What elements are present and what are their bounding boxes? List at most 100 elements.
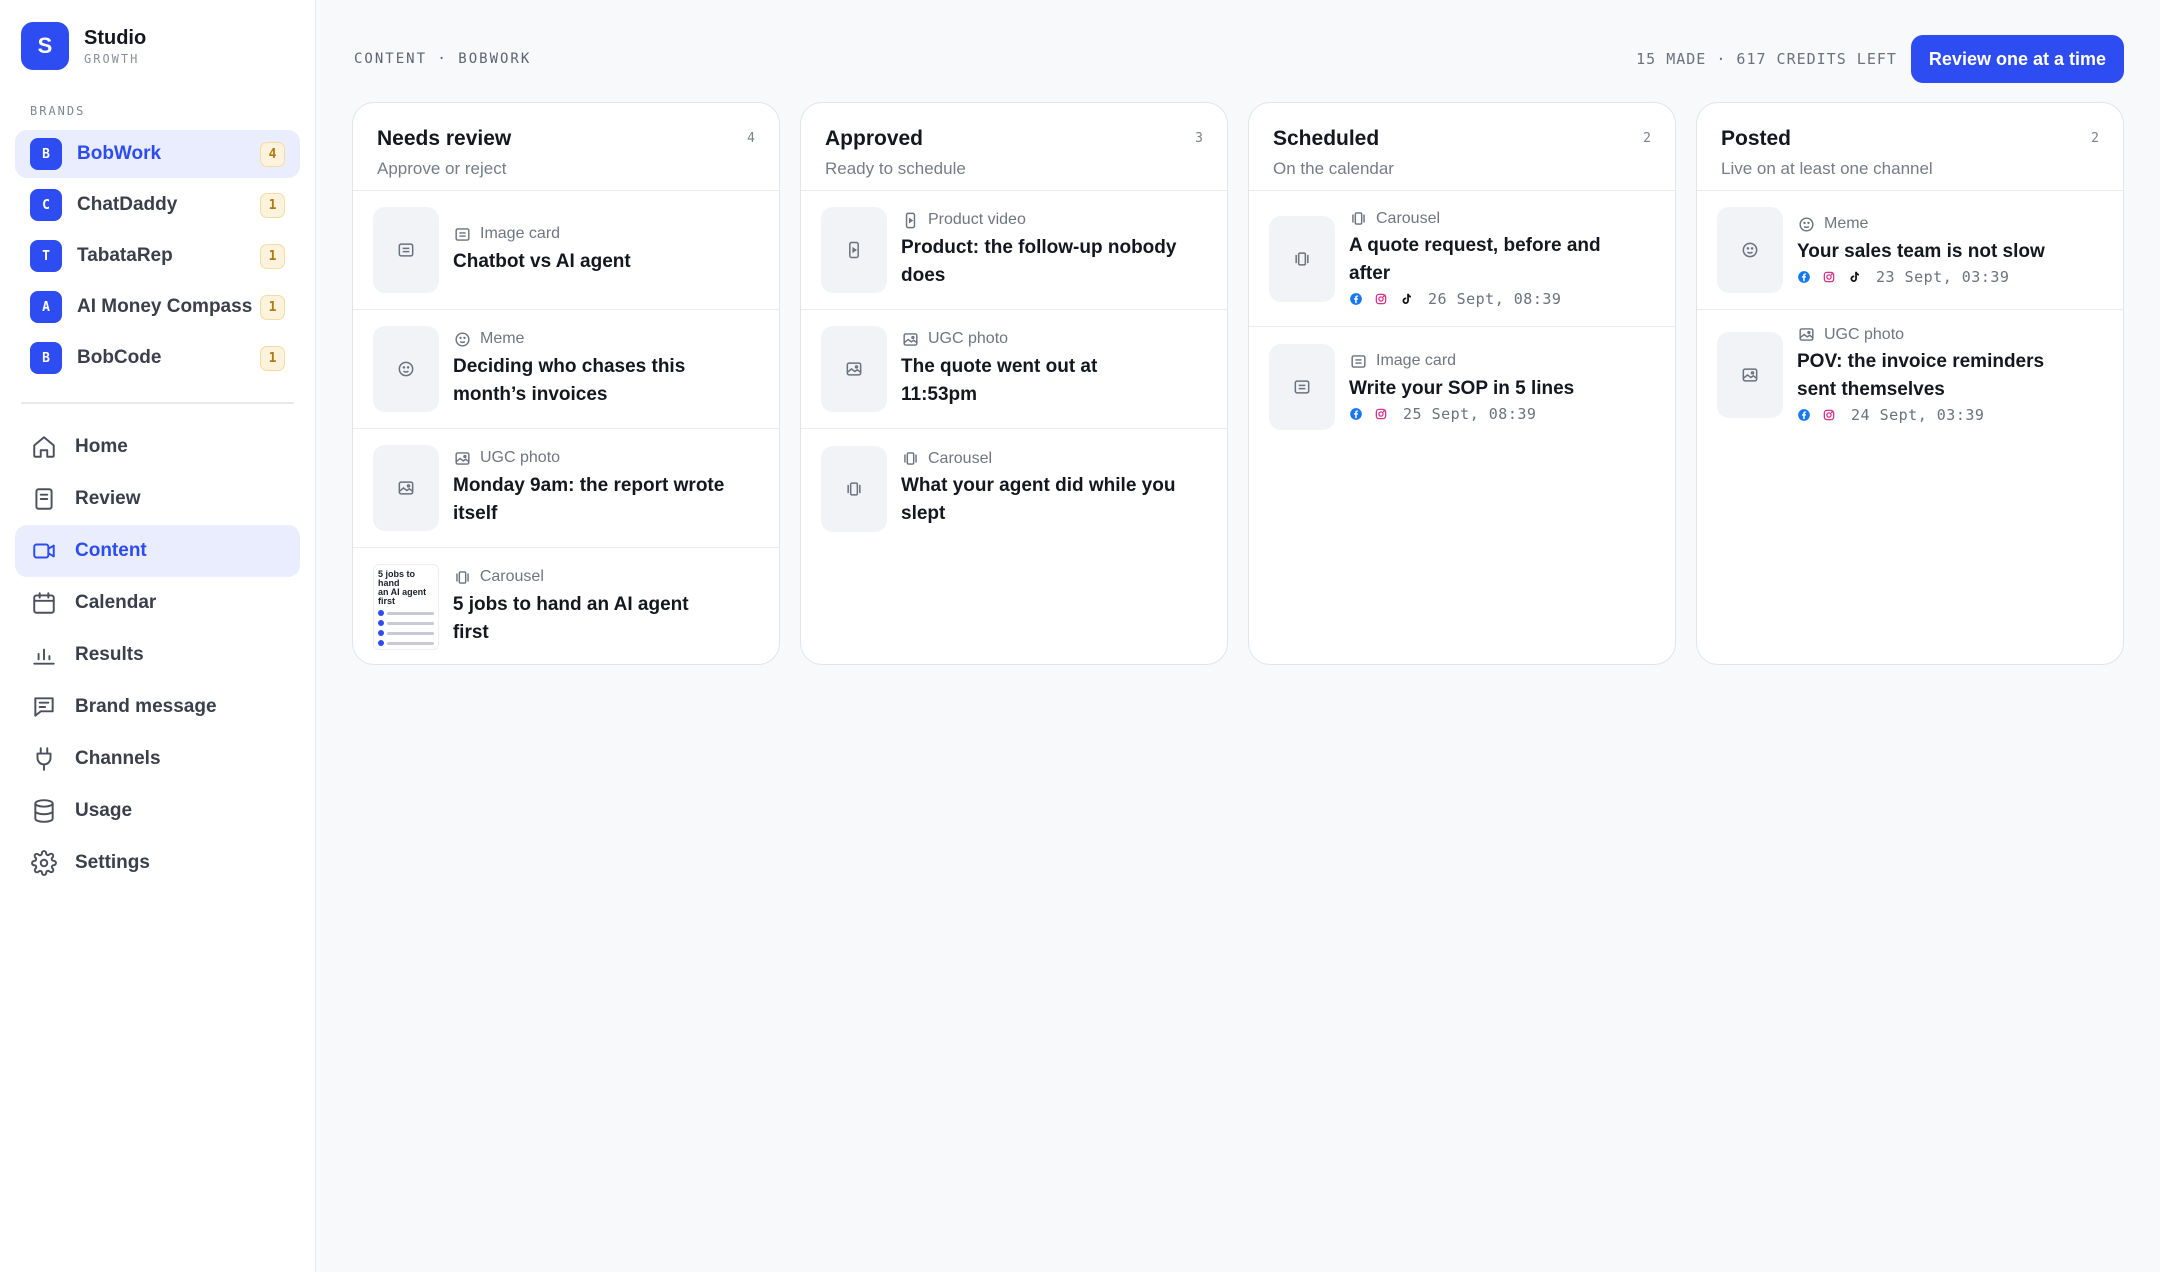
nav-item-home[interactable]: Home	[15, 421, 300, 473]
brand-item-ai-money-compass[interactable]: A AI Money Compass 1	[15, 283, 300, 331]
column-count: 3	[1195, 131, 1203, 146]
nav-label: Home	[75, 436, 128, 457]
smiley-icon	[1742, 242, 1758, 258]
nav-item-results[interactable]: Results	[15, 629, 300, 681]
card-type: Carousel	[1349, 209, 1625, 228]
carousel-icon	[1295, 251, 1309, 266]
brand-item-bobcode[interactable]: B BobCode 1	[15, 334, 300, 382]
content-card[interactable]: Carousel What your agent did while you s…	[801, 429, 1227, 548]
column-needs-review: Needs review Approve or reject 4 Image c…	[352, 102, 780, 665]
preview-dot	[378, 620, 384, 626]
credits-status: 15 MADE · 617 CREDITS LEFT	[1636, 50, 1897, 68]
content-card[interactable]: UGC photo The quote went out at 11:53pm	[801, 310, 1227, 429]
column-title: Posted	[1721, 127, 1792, 150]
preview-line	[387, 621, 434, 625]
brand-item-bobwork[interactable]: B BobWork 4	[15, 130, 300, 178]
review-one-at-a-time-button[interactable]: Review one at a time	[1910, 35, 2124, 83]
nav-item-usage[interactable]: Usage	[15, 785, 300, 837]
brand-count-badge: 1	[260, 192, 285, 218]
posted-date: 23 Sept, 03:39	[1876, 267, 2010, 286]
brand-item-tabatarep[interactable]: T TabataRep 1	[15, 232, 300, 280]
column-subtitle: Live on at least one channel	[1721, 159, 1933, 178]
preview-line	[387, 641, 434, 645]
content-card[interactable]: Product video Product: the follow-up nob…	[801, 191, 1227, 310]
card-type: UGC photo	[1797, 325, 2073, 344]
card-title: POV: the invoice reminders sent themselv…	[1797, 351, 2045, 400]
preview-title-line: an AI agent first	[378, 587, 427, 606]
content-card[interactable]: 5 jobs to hand an AI agent first Carouse…	[353, 548, 779, 664]
image-card-icon	[1351, 354, 1366, 368]
nav-label: Results	[75, 644, 144, 665]
preview-title-line: 5 jobs to hand	[378, 569, 416, 588]
column-posted: Posted Live on at least one channel 2 Me…	[1696, 102, 2124, 665]
smiley-icon	[1799, 216, 1814, 232]
card-type: Image card	[453, 225, 631, 244]
card-title: What your agent did while you slept	[901, 475, 1176, 524]
content-card[interactable]: Image card Chatbot vs AI agent	[353, 191, 779, 310]
nav-label: Content	[75, 540, 147, 561]
photo-icon	[846, 362, 862, 376]
content-card[interactable]: UGC photo Monday 9am: the report wrote i…	[353, 429, 779, 548]
nav-item-content[interactable]: Content	[15, 525, 300, 577]
nav-item-settings[interactable]: Settings	[15, 837, 300, 889]
instagram-icon	[1374, 407, 1388, 421]
tiktok-icon	[1399, 292, 1413, 306]
brand-count-badge: 1	[260, 345, 285, 371]
nav-item-channels[interactable]: Channels	[15, 733, 300, 785]
brand-name: TabataRep	[77, 245, 173, 266]
content-card[interactable]: Meme Deciding who chases this month’s in…	[353, 310, 779, 429]
message-icon	[34, 697, 54, 717]
nav-item-review[interactable]: Review	[15, 473, 300, 525]
column-header: Posted Live on at least one channel 2	[1697, 103, 2123, 191]
card-meta: 24 Sept, 03:39	[1797, 406, 2073, 424]
bar-chart-icon	[33, 648, 55, 665]
content-card[interactable]: Carousel A quote request, before and aft…	[1249, 191, 1675, 327]
card-type-label: UGC photo	[928, 330, 1009, 347]
brand-count-badge: 1	[260, 294, 285, 320]
nav-item-brand-message[interactable]: Brand message	[15, 681, 300, 733]
card-type: UGC photo	[453, 449, 729, 468]
column-subtitle: On the calendar	[1273, 159, 1394, 178]
app-logo[interactable]: S Studio GROWTH	[21, 22, 300, 70]
content-card[interactable]: UGC photo POV: the invoice reminders sen…	[1697, 310, 2123, 439]
carousel-icon	[904, 452, 917, 465]
card-type-label: UGC photo	[480, 449, 561, 466]
card-meta: 26 Sept, 08:39	[1349, 290, 1625, 308]
brand-item-chatdaddy[interactable]: C ChatDaddy 1	[15, 181, 300, 229]
card-thumbnail	[1269, 215, 1335, 302]
card-title: Chatbot vs AI agent	[453, 250, 631, 272]
preview-row	[378, 620, 434, 626]
nav-label: Channels	[75, 748, 161, 769]
document-icon	[35, 488, 53, 510]
card-type-label: Product video	[928, 211, 1026, 228]
sidebar: S Studio GROWTH BRANDS B BobWork 4 C Cha…	[0, 0, 316, 1272]
card-type-label: UGC photo	[1824, 325, 1905, 343]
content-card[interactable]: Image card Write your SOP in 5 lines 25 …	[1249, 327, 1675, 447]
app-name: Studio	[84, 26, 147, 49]
card-type: Image card	[1349, 352, 1574, 371]
card-type-label: Meme	[1824, 215, 1869, 232]
card-type-label: Image card	[480, 225, 561, 242]
content-card[interactable]: Meme Your sales team is not slow 23 Sept…	[1697, 191, 2123, 310]
card-type-label: Carousel	[928, 449, 993, 467]
card-type: Carousel	[453, 568, 729, 587]
column-subtitle: Approve or reject	[377, 159, 507, 178]
card-meta: 23 Sept, 03:39	[1797, 268, 2045, 286]
nav-item-calendar[interactable]: Calendar	[15, 577, 300, 629]
preview-row	[378, 630, 434, 636]
brand-name: AI Money Compass	[77, 296, 253, 317]
photo-icon	[1799, 328, 1814, 341]
column-header: Needs review Approve or reject 4	[353, 103, 779, 191]
carousel-icon	[847, 481, 861, 496]
facebook-icon	[1797, 408, 1811, 422]
logo-mark: S	[21, 22, 69, 70]
card-title: Product: the follow-up nobody does	[901, 236, 1177, 286]
top-bar: CONTENT · BOBWORK 15 MADE · 617 CREDITS …	[352, 0, 2124, 102]
card-thumbnail	[1717, 331, 1783, 418]
card-title: 5 jobs to hand an AI agent first	[452, 593, 689, 643]
brand-avatar: C	[30, 189, 62, 221]
photo-icon	[455, 451, 470, 465]
column-header: Approved Ready to schedule 3	[801, 103, 1227, 191]
card-thumbnail	[821, 326, 887, 412]
brand-avatar: A	[30, 291, 62, 323]
